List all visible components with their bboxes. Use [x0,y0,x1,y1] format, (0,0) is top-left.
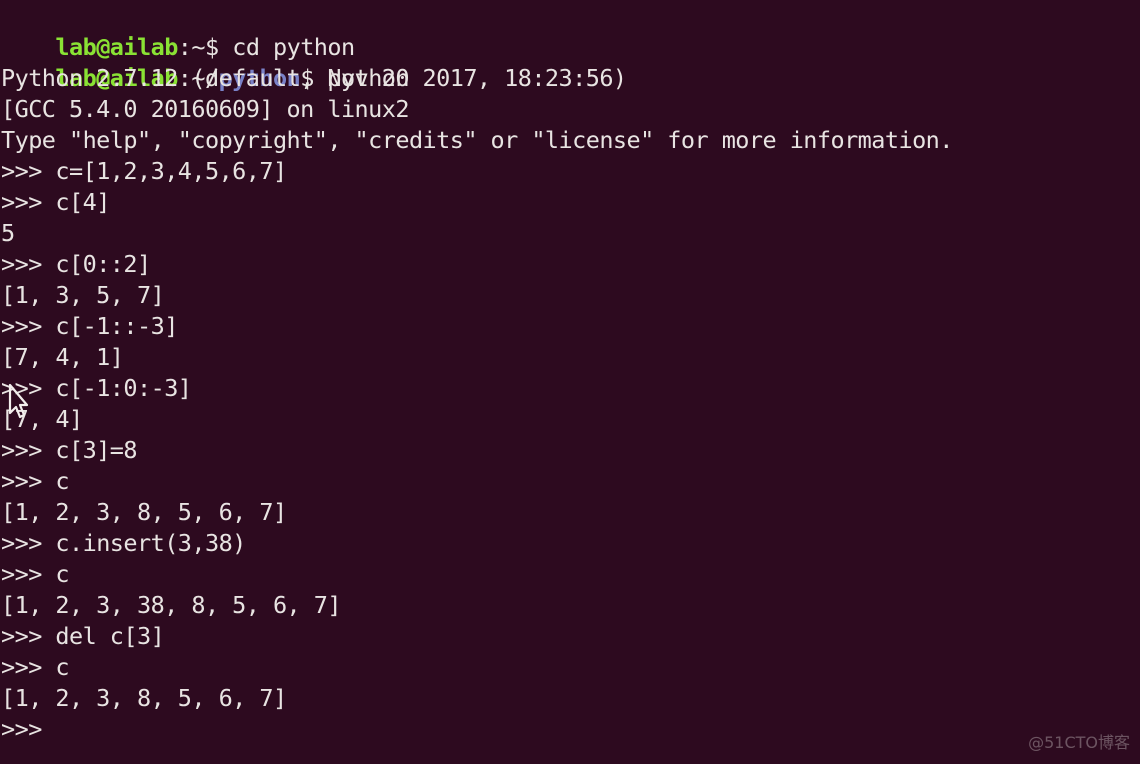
terminal-line: >>> c.insert(3,38) [1,528,1140,559]
terminal-line: [1, 2, 3, 38, 8, 5, 6, 7] [1,590,1140,621]
python-prompt: >>> [1,312,56,340]
output-text: [7, 4, 1] [1,343,124,371]
python-input: c [55,560,70,588]
prompt-user-host: lab@ailab [55,33,178,61]
python-input: del c[3] [55,622,165,650]
python-input: c[4] [55,188,110,216]
terminal-line: Python 2.7.12 (default, Nov 20 2017, 18:… [1,63,1140,94]
output-text: [1, 2, 3, 38, 8, 5, 6, 7] [1,591,342,619]
python-input: c[-1::-3] [55,312,178,340]
terminal-line: [1, 3, 5, 7] [1,280,1140,311]
prompt-colon: : [177,33,192,61]
terminal-line: Type "help", "copyright", "credits" or "… [1,125,1140,156]
python-prompt: >>> [1,560,56,588]
terminal-line: >>> c[-1::-3] [1,311,1140,342]
terminal-line: >>> c=[1,2,3,4,5,6,7] [1,156,1140,187]
output-text: Python 2.7.12 (default, Nov 20 2017, 18:… [1,64,627,92]
terminal-line: >>> c [1,652,1140,683]
output-text: [1, 3, 5, 7] [1,281,165,309]
terminal-line: >>> c[3]=8 [1,435,1140,466]
output-text: Type "help", "copyright", "credits" or "… [1,126,953,154]
python-prompt: >>> [1,622,56,650]
prompt-path: ~ [191,33,206,61]
python-prompt: >>> [1,188,56,216]
python-input: c[0::2] [55,250,151,278]
terminal-line: >>> c[0::2] [1,249,1140,280]
terminal-line: [7, 4] [1,404,1140,435]
python-prompt: >>> [1,436,56,464]
terminal-line: >>> del c[3] [1,621,1140,652]
prompt-sigil: $ [205,33,233,61]
python-input: c [55,653,70,681]
terminal-line: 5 [1,218,1140,249]
terminal-line: lab@ailab:~$ cd python [1,1,1140,61]
output-text: [GCC 5.4.0 20160609] on linux2 [1,95,410,123]
terminal-window[interactable]: lab@ailab:~$ cd python lab@ailab:~/pytho… [0,0,1140,764]
python-prompt: >>> [1,467,56,495]
output-text: [1, 2, 3, 8, 5, 6, 7] [1,684,287,712]
terminal-line: [7, 4, 1] [1,342,1140,373]
output-text: [7, 4] [1,405,83,433]
terminal-line: [GCC 5.4.0 20160609] on linux2 [1,94,1140,125]
python-input: c=[1,2,3,4,5,6,7] [55,157,287,185]
terminal-line: [1, 2, 3, 8, 5, 6, 7] [1,497,1140,528]
terminal-line: >>> c[4] [1,187,1140,218]
python-input: c[-1:0:-3] [55,374,192,402]
python-prompt: >>> [1,250,56,278]
python-prompt: >>> [1,529,56,557]
python-prompt: >>> [1,715,42,743]
python-prompt: >>> [1,374,56,402]
terminal-line: [1, 2, 3, 8, 5, 6, 7] [1,683,1140,714]
python-input: c[3]=8 [55,436,137,464]
python-input: c [55,467,70,495]
python-prompt: >>> [1,653,56,681]
output-text: [1, 2, 3, 8, 5, 6, 7] [1,498,287,526]
python-input: c.insert(3,38) [55,529,246,557]
shell-command: cd python [232,33,355,61]
terminal-line: >>> [1,714,1140,745]
terminal-line: >>> c [1,466,1140,497]
terminal-line: >>> c[-1:0:-3] [1,373,1140,404]
terminal-line: >>> c [1,559,1140,590]
watermark: @51CTO博客 [1028,733,1130,752]
output-text: 5 [1,219,15,247]
python-prompt: >>> [1,157,56,185]
